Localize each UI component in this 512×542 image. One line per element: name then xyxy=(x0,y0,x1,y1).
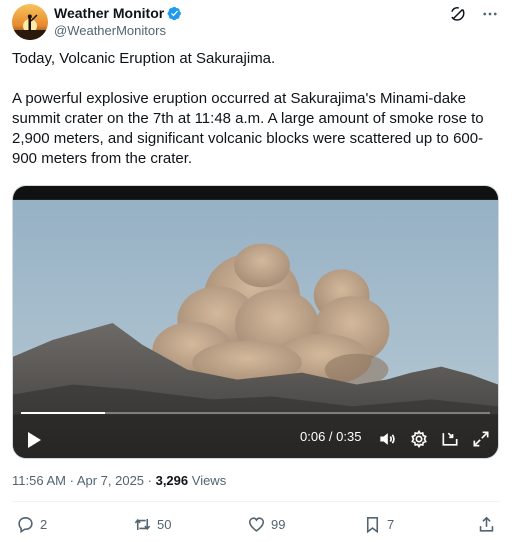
grok-icon[interactable] xyxy=(448,4,468,24)
meta-dot-2: · xyxy=(144,473,156,488)
heart-icon xyxy=(248,517,265,532)
sunset-figure-avatar-icon xyxy=(12,4,48,40)
reply-count: 2 xyxy=(40,517,48,532)
tweet-time[interactable]: 11:56 AM xyxy=(12,473,66,488)
pip-icon[interactable] xyxy=(440,429,460,449)
display-name[interactable]: Weather Monitor xyxy=(54,5,164,21)
repost-button[interactable]: 50 xyxy=(133,515,171,534)
views-count: 3,296 xyxy=(155,473,189,488)
volume-icon[interactable] xyxy=(377,429,397,449)
share-icon xyxy=(479,516,494,532)
author-name-row: Weather Monitor xyxy=(54,5,182,21)
tweet-header: Weather Monitor @WeatherMonitors xyxy=(12,4,500,40)
meta-dot: · xyxy=(65,473,77,488)
more-icon[interactable] xyxy=(480,4,500,24)
like-count: 99 xyxy=(271,517,286,532)
avatar[interactable] xyxy=(12,4,48,40)
action-bar: 2 50 99 7 xyxy=(12,515,500,537)
bookmark-icon xyxy=(366,516,379,534)
tweet-text-line1: Today, Volcanic Eruption at Sakurajima. xyxy=(12,50,276,67)
repost-icon xyxy=(134,518,151,531)
reply-icon xyxy=(18,516,33,534)
bookmark-button[interactable]: 7 xyxy=(363,515,394,534)
tweet-date[interactable]: Apr 7, 2025 xyxy=(77,473,144,488)
bookmark-count: 7 xyxy=(387,517,395,532)
header-actions xyxy=(448,4,500,24)
video-time-separator: / xyxy=(325,429,337,444)
repost-count: 50 xyxy=(157,517,172,532)
divider xyxy=(12,501,500,502)
video-duration: 0:35 xyxy=(336,429,362,444)
video-frame-volcano xyxy=(13,186,498,458)
author-handle[interactable]: @WeatherMonitors xyxy=(54,23,166,38)
tweet-text: Today, Volcanic Eruption at Sakurajima. … xyxy=(12,49,502,169)
video-current-time: 0:06 xyxy=(300,429,326,444)
video-progress-fill xyxy=(21,412,106,414)
tweet-text-body: A powerful explosive eruption occurred a… xyxy=(12,90,484,167)
video-time: 0:06 / 0:35 xyxy=(300,429,361,444)
fullscreen-icon[interactable] xyxy=(471,429,491,449)
video-player[interactable]: 0:06 / 0:35 xyxy=(12,185,499,459)
tweet-meta: 11:56 AM · Apr 7, 2025 · 3,296 Views xyxy=(12,473,226,488)
like-button[interactable]: 99 xyxy=(247,515,285,534)
verified-badge-icon xyxy=(167,6,182,20)
settings-icon[interactable] xyxy=(409,429,429,449)
play-icon[interactable] xyxy=(25,430,43,450)
share-button[interactable] xyxy=(477,515,496,534)
reply-button[interactable]: 2 xyxy=(16,515,47,534)
views-label: Views xyxy=(188,473,227,488)
video-progress-bar[interactable] xyxy=(21,412,490,414)
